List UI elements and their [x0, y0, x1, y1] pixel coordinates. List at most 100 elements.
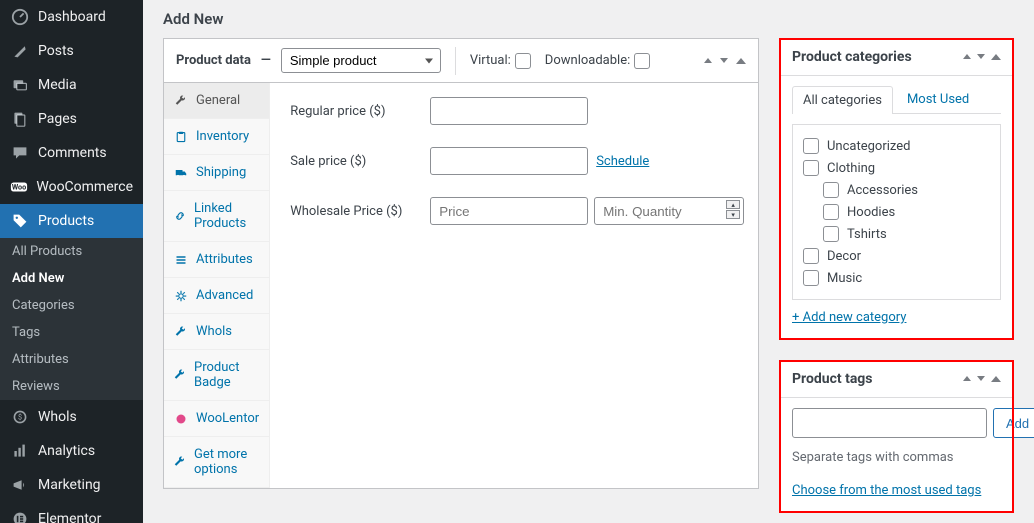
tab-more-options[interactable]: Get more options	[164, 437, 269, 488]
menu-label: Dashboard	[38, 9, 106, 25]
products-submenu: All Products Add New Categories Tags Att…	[0, 238, 143, 400]
tab-linked[interactable]: Linked Products	[164, 191, 269, 242]
menu-elementor[interactable]: Elementor	[0, 502, 143, 523]
tab-attributes[interactable]: Attributes	[164, 242, 269, 278]
tab-inventory[interactable]: Inventory	[164, 119, 269, 155]
tab-woolentor[interactable]: WooLentor	[164, 401, 269, 437]
add-tag-button[interactable]: Add	[993, 408, 1034, 438]
submenu-add-new[interactable]: Add New	[0, 265, 143, 292]
wrench-icon	[174, 368, 186, 382]
cat-item-decor[interactable]: Decor	[803, 245, 990, 267]
cat-item-music[interactable]: Music	[803, 267, 990, 289]
qty-spinner: ▴ ▾	[726, 200, 740, 219]
product-data-fields: Regular price ($) Sale price ($) Schedul…	[270, 83, 764, 488]
product-data-title: Product data	[176, 53, 251, 68]
toggle-panel-icon[interactable]	[736, 58, 746, 64]
cat-item-accessories[interactable]: Accessories	[823, 179, 990, 201]
toggle-panel-icon[interactable]	[991, 54, 1001, 60]
spinner-up[interactable]: ▴	[726, 200, 740, 209]
choose-tags-link[interactable]: Choose from the most used tags	[792, 483, 981, 498]
submenu-all-products[interactable]: All Products	[0, 238, 143, 265]
menu-products[interactable]: Products	[0, 204, 143, 238]
wholesale-qty-input[interactable]	[594, 197, 744, 225]
menu-media[interactable]: Media	[0, 68, 143, 102]
tab-badge[interactable]: Product Badge	[164, 350, 269, 401]
elementor-icon	[10, 509, 30, 523]
menu-label: Comments	[38, 145, 107, 161]
tab-advanced[interactable]: Advanced	[164, 278, 269, 314]
menu-woocommerce[interactable]: WooWooCommerce	[0, 170, 143, 204]
cat-tab-most-used[interactable]: Most Used	[897, 86, 979, 114]
svg-text:$: $	[18, 412, 22, 421]
menu-label: Marketing	[38, 477, 101, 493]
submenu-categories[interactable]: Categories	[0, 292, 143, 319]
menu-comments[interactable]: Comments	[0, 136, 143, 170]
cat-checkbox[interactable]	[823, 182, 839, 198]
menu-label: Whols	[38, 409, 77, 425]
product-data-tabs: General Inventory Shipping Linked Produc…	[164, 83, 270, 488]
products-icon	[10, 211, 30, 231]
cat-checkbox[interactable]	[803, 138, 819, 154]
wholesale-price-input[interactable]	[430, 197, 588, 225]
downloadable-label[interactable]: Downloadable:	[545, 53, 650, 69]
move-up-icon[interactable]	[704, 58, 712, 63]
product-type-select[interactable]: Simple product	[281, 48, 441, 73]
gear-icon	[174, 289, 188, 303]
product-categories-box: Product categories All categories Most U…	[779, 38, 1014, 340]
virtual-label[interactable]: Virtual:	[470, 53, 531, 69]
cat-tab-all[interactable]: All categories	[792, 86, 893, 114]
menu-analytics[interactable]: Analytics	[0, 434, 143, 468]
regular-price-label: Regular price ($)	[290, 104, 430, 119]
move-down-icon[interactable]	[977, 54, 985, 59]
sale-price-input[interactable]	[430, 147, 588, 175]
pages-icon	[10, 109, 30, 129]
categories-title: Product categories	[792, 49, 912, 65]
wrench-icon	[174, 455, 186, 469]
tab-whols[interactable]: Whols	[164, 314, 269, 350]
submenu-tags[interactable]: Tags	[0, 319, 143, 346]
submenu-reviews[interactable]: Reviews	[0, 373, 143, 400]
clipboard-icon	[174, 130, 188, 144]
menu-label: Products	[38, 213, 94, 229]
product-data-header: Product data — Simple product Virtual: D…	[164, 39, 758, 83]
tab-shipping[interactable]: Shipping	[164, 155, 269, 191]
cat-checkbox[interactable]	[803, 270, 819, 286]
cat-checkbox[interactable]	[823, 226, 839, 242]
tags-title: Product tags	[792, 371, 873, 387]
woolentor-icon	[174, 412, 188, 426]
cat-item-tshirts[interactable]: Tshirts	[823, 223, 990, 245]
cat-checkbox[interactable]	[823, 204, 839, 220]
menu-whols[interactable]: $ Whols	[0, 400, 143, 434]
tab-general[interactable]: General	[164, 83, 269, 119]
product-tags-box: Product tags Add Separate tags with comm	[779, 360, 1014, 513]
submenu-attributes[interactable]: Attributes	[0, 346, 143, 373]
menu-marketing[interactable]: Marketing	[0, 468, 143, 502]
move-up-icon[interactable]	[963, 376, 971, 381]
cat-item-hoodies[interactable]: Hoodies	[823, 201, 990, 223]
regular-price-input[interactable]	[430, 97, 588, 125]
dashboard-icon	[10, 7, 30, 27]
spinner-down[interactable]: ▾	[726, 210, 740, 219]
menu-dashboard[interactable]: Dashboard	[0, 0, 143, 34]
toggle-panel-icon[interactable]	[991, 376, 1001, 382]
menu-posts[interactable]: Posts	[0, 34, 143, 68]
tag-help-text: Separate tags with commas	[792, 450, 1001, 465]
divider	[455, 47, 456, 75]
move-down-icon[interactable]	[720, 58, 728, 63]
tag-input[interactable]	[792, 408, 987, 438]
cat-item-clothing[interactable]: Clothing	[803, 157, 990, 179]
cat-item-uncategorized[interactable]: Uncategorized	[803, 135, 990, 157]
media-icon	[10, 75, 30, 95]
add-category-link[interactable]: + Add new category	[792, 310, 906, 325]
downloadable-checkbox[interactable]	[634, 53, 650, 69]
cat-checkbox[interactable]	[803, 248, 819, 264]
menu-pages[interactable]: Pages	[0, 102, 143, 136]
dash: —	[261, 53, 271, 68]
cat-checkbox[interactable]	[803, 160, 819, 176]
virtual-checkbox[interactable]	[515, 53, 531, 69]
move-down-icon[interactable]	[977, 376, 985, 381]
move-up-icon[interactable]	[963, 54, 971, 59]
product-data-metabox: Product data — Simple product Virtual: D…	[163, 38, 759, 489]
schedule-link[interactable]: Schedule	[596, 154, 649, 169]
menu-label: Elementor	[38, 511, 101, 523]
